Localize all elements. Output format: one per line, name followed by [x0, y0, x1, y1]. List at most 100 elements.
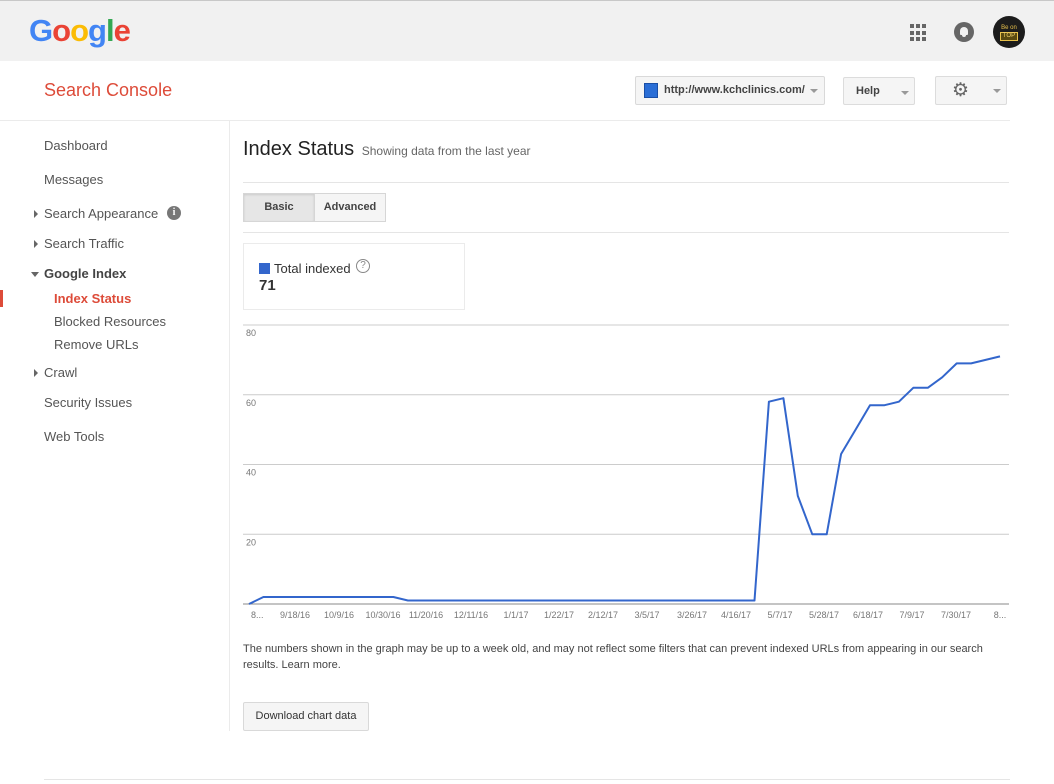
help-button[interactable]: Help [843, 77, 915, 105]
bell-icon[interactable] [954, 22, 974, 42]
gear-icon: ⚙ [952, 80, 970, 101]
data-point[interactable] [896, 399, 902, 405]
expand-arrow-icon[interactable] [34, 210, 38, 218]
collapse-arrow-icon[interactable] [31, 272, 39, 277]
sidebar-item-search-appearance[interactable]: Search Appearance [44, 206, 158, 221]
data-point[interactable] [751, 598, 757, 604]
data-point[interactable] [809, 531, 815, 537]
site-selector[interactable]: http://www.kchclinics.com/ [635, 76, 825, 105]
legend-card: Total indexed ? 71 [243, 243, 465, 310]
sidebar-item-crawl[interactable]: Crawl [44, 365, 77, 380]
x-tick-label: 11/20/16 [409, 610, 443, 620]
sidebar-item-web-tools[interactable]: Web Tools [44, 429, 104, 444]
data-point[interactable] [997, 353, 1003, 359]
x-tick-label: 3/26/17 [677, 610, 707, 620]
data-point[interactable] [419, 598, 425, 604]
data-point[interactable] [795, 493, 801, 499]
data-point[interactable] [520, 598, 526, 604]
x-tick-label: 1/22/17 [544, 610, 574, 620]
sidebar-item-security-issues[interactable]: Security Issues [44, 395, 132, 410]
sidebar-item-messages[interactable]: Messages [44, 172, 103, 187]
active-indicator [0, 290, 3, 307]
data-point[interactable] [333, 594, 339, 600]
sidebar-item-search-traffic[interactable]: Search Traffic [44, 236, 124, 251]
data-point[interactable] [723, 598, 729, 604]
avatar-badge: TOP [999, 32, 1019, 41]
legend-swatch [259, 263, 270, 274]
expand-arrow-icon[interactable] [34, 240, 38, 248]
google-logo[interactable]: Google [29, 13, 131, 49]
sidebar-item-google-index[interactable]: Google Index [44, 266, 126, 281]
sidebar-item-index-status[interactable]: Index Status [54, 291, 131, 306]
data-point[interactable] [463, 598, 469, 604]
help-label: Help [856, 85, 880, 97]
data-point[interactable] [766, 399, 772, 405]
series-line-total-indexed[interactable] [248, 355, 1001, 605]
data-point[interactable] [636, 598, 642, 604]
data-point[interactable] [347, 594, 353, 600]
logo-letter: o [70, 13, 89, 48]
data-point[interactable] [881, 402, 887, 408]
data-point[interactable] [665, 598, 671, 604]
apps-grid-icon[interactable] [910, 24, 928, 42]
product-title[interactable]: Search Console [44, 80, 172, 101]
data-point[interactable] [867, 402, 873, 408]
data-point[interactable] [694, 598, 700, 604]
data-point[interactable] [549, 598, 555, 604]
data-point[interactable] [925, 385, 931, 391]
data-point[interactable] [318, 594, 324, 600]
header-divider [0, 120, 1010, 121]
data-point[interactable] [939, 374, 945, 380]
data-point[interactable] [260, 594, 266, 600]
data-point[interactable] [838, 451, 844, 457]
avatar[interactable]: Be on TOP [993, 16, 1025, 48]
data-point[interactable] [506, 598, 512, 604]
data-point[interactable] [376, 594, 382, 600]
learn-more-link[interactable]: Learn more. [282, 659, 341, 671]
data-point[interactable] [737, 598, 743, 604]
info-icon[interactable]: i [167, 206, 181, 220]
x-tick-label: 3/5/17 [634, 610, 659, 620]
data-point[interactable] [578, 598, 584, 604]
logo-letter: l [105, 13, 115, 48]
data-point[interactable] [535, 598, 541, 604]
data-point[interactable] [289, 594, 295, 600]
data-point[interactable] [679, 598, 685, 604]
data-point[interactable] [275, 594, 281, 600]
data-point[interactable] [708, 598, 714, 604]
sidebar-item-dashboard[interactable]: Dashboard [44, 138, 108, 153]
data-point[interactable] [477, 598, 483, 604]
tab-advanced[interactable]: Advanced [314, 193, 386, 222]
x-tick-label: 9/18/16 [280, 610, 310, 620]
data-point[interactable] [246, 601, 252, 607]
settings-button[interactable]: ⚙ [935, 76, 1007, 105]
data-point[interactable] [492, 598, 498, 604]
data-point[interactable] [650, 598, 656, 604]
data-point[interactable] [304, 594, 310, 600]
data-point[interactable] [564, 598, 570, 604]
data-point[interactable] [983, 357, 989, 363]
data-point[interactable] [824, 531, 830, 537]
download-chart-data-button[interactable]: Download chart data [243, 702, 369, 731]
data-point[interactable] [434, 598, 440, 604]
data-point[interactable] [607, 598, 613, 604]
tab-basic[interactable]: Basic [243, 193, 315, 222]
help-circle-icon[interactable]: ? [356, 259, 370, 273]
data-point[interactable] [910, 385, 916, 391]
data-point[interactable] [390, 594, 396, 600]
expand-arrow-icon[interactable] [34, 369, 38, 377]
data-point[interactable] [853, 427, 859, 433]
data-point[interactable] [780, 395, 786, 401]
site-favicon-icon [644, 83, 658, 98]
chevron-down-icon [810, 89, 818, 93]
data-point[interactable] [448, 598, 454, 604]
sidebar-item-blocked-resources[interactable]: Blocked Resources [54, 314, 166, 329]
data-point[interactable] [405, 598, 411, 604]
data-point[interactable] [362, 594, 368, 600]
data-point[interactable] [954, 360, 960, 366]
index-status-chart[interactable]: 20 40 60 80 8... 9/18/16 10/9/16 10/30/16 11/20/… [243, 318, 1013, 628]
data-point[interactable] [622, 598, 628, 604]
sidebar-item-remove-urls[interactable]: Remove URLs [54, 337, 139, 352]
data-point[interactable] [968, 360, 974, 366]
data-point[interactable] [593, 598, 599, 604]
